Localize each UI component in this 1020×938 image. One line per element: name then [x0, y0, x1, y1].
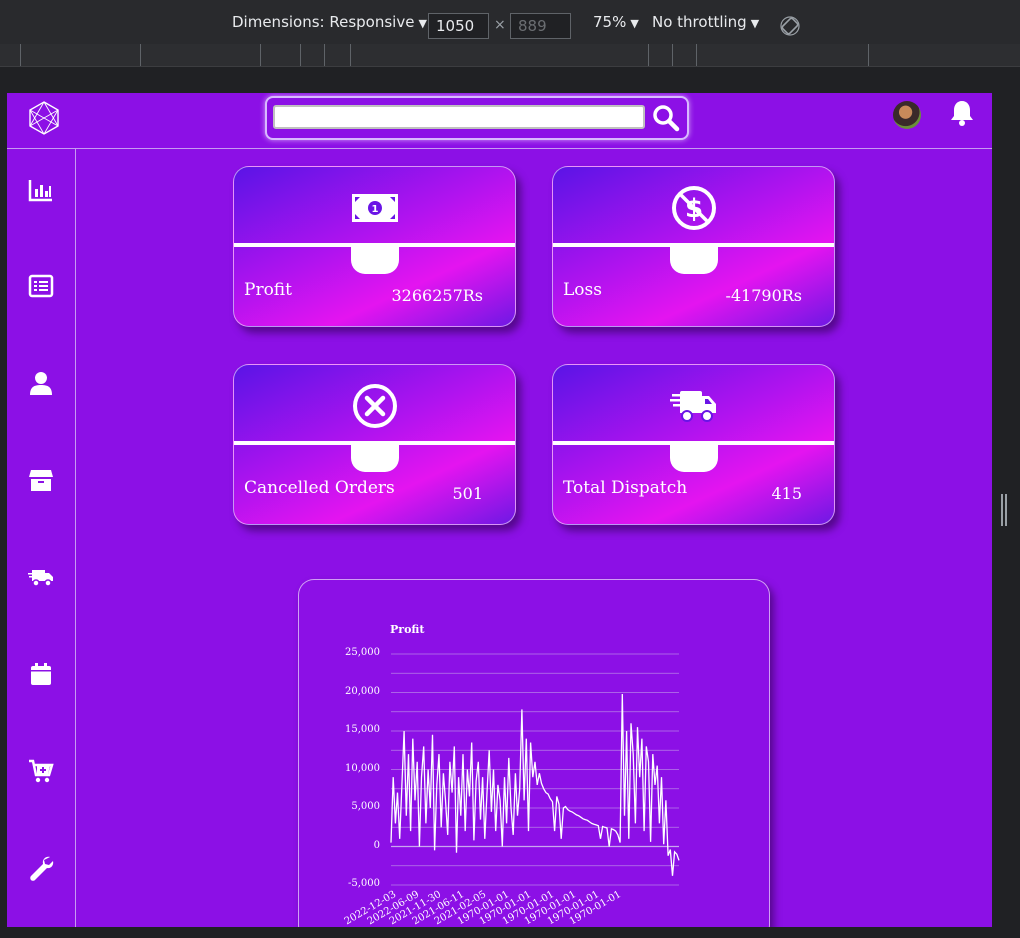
search-icon[interactable]	[651, 103, 681, 133]
dropdown-arrow-icon: ▼	[750, 17, 760, 30]
devtools-bottom-edge	[0, 927, 1020, 938]
truck-icon[interactable]	[28, 564, 54, 590]
sidebar	[7, 149, 76, 927]
cancelled-orders-card[interactable]: Cancelled Orders 501	[233, 364, 516, 525]
profit-card[interactable]: 1 Profit 3266257Rs	[233, 166, 516, 327]
calendar-icon[interactable]	[28, 661, 54, 687]
total-dispatch-card[interactable]: Total Dispatch 415	[552, 364, 835, 525]
page-viewport: 1 Profit 3266257Rs $ Loss -41790Rs Cance…	[7, 93, 992, 927]
dimensions-dropdown[interactable]: Dimensions: Responsive ▼	[232, 13, 427, 31]
height-input[interactable]: 889	[510, 13, 571, 39]
svg-text:1: 1	[372, 204, 379, 215]
card-value: 501	[452, 484, 483, 503]
width-input[interactable]: 1050	[428, 13, 489, 39]
media-query-ruler	[0, 44, 1020, 67]
throttling-label: No throttling	[652, 13, 747, 31]
dropdown-arrow-icon: ▼	[418, 17, 427, 30]
shipping-fast-icon	[670, 391, 716, 422]
card-label: Total Dispatch	[563, 478, 688, 498]
profit-chart-card: Profit 25,000 20,000 15,000 10,000 5,000 0 -5,…	[298, 579, 770, 927]
logo-icon[interactable]	[27, 101, 61, 135]
dimensions-label: Dimensions: Responsive	[232, 13, 415, 31]
card-label: Cancelled Orders	[244, 478, 395, 498]
devtools-toolbar: Dimensions: Responsive ▼ 1050 × 889 75% ▼ …	[0, 0, 1020, 45]
bell-icon[interactable]	[949, 99, 975, 127]
loss-card[interactable]: $ Loss -41790Rs	[552, 166, 835, 327]
no-dollar-icon: $	[672, 186, 716, 230]
times-separator: ×	[494, 17, 506, 33]
zoom-label: 75%	[593, 13, 627, 31]
profit-line-chart	[390, 653, 680, 886]
card-label: Profit	[244, 280, 292, 300]
list-icon[interactable]	[28, 273, 54, 299]
cart-plus-icon[interactable]	[28, 758, 54, 784]
card-label: Loss	[563, 280, 602, 300]
card-value: 415	[771, 484, 802, 503]
box-icon[interactable]	[28, 467, 54, 493]
resize-handle[interactable]	[1001, 494, 1007, 526]
search-bar	[265, 96, 689, 140]
search-input[interactable]	[273, 105, 645, 129]
rotate-icon[interactable]	[780, 16, 800, 36]
svg-text:$: $	[685, 194, 703, 224]
money-bill-icon: 1	[352, 194, 398, 222]
profit-series-line	[390, 693, 680, 876]
dropdown-arrow-icon: ▼	[630, 17, 639, 30]
zoom-dropdown[interactable]: 75% ▼	[593, 13, 639, 31]
throttling-dropdown[interactable]: No throttling ▼	[652, 13, 759, 31]
user-avatar[interactable]	[893, 101, 921, 129]
user-icon[interactable]	[28, 370, 54, 396]
card-value: -41790Rs	[725, 286, 802, 305]
wrench-icon[interactable]	[28, 855, 54, 881]
card-value: 3266257Rs	[391, 286, 483, 305]
chart-bar-icon[interactable]	[28, 177, 54, 203]
top-navbar	[7, 93, 992, 149]
circle-x-icon	[353, 384, 397, 428]
